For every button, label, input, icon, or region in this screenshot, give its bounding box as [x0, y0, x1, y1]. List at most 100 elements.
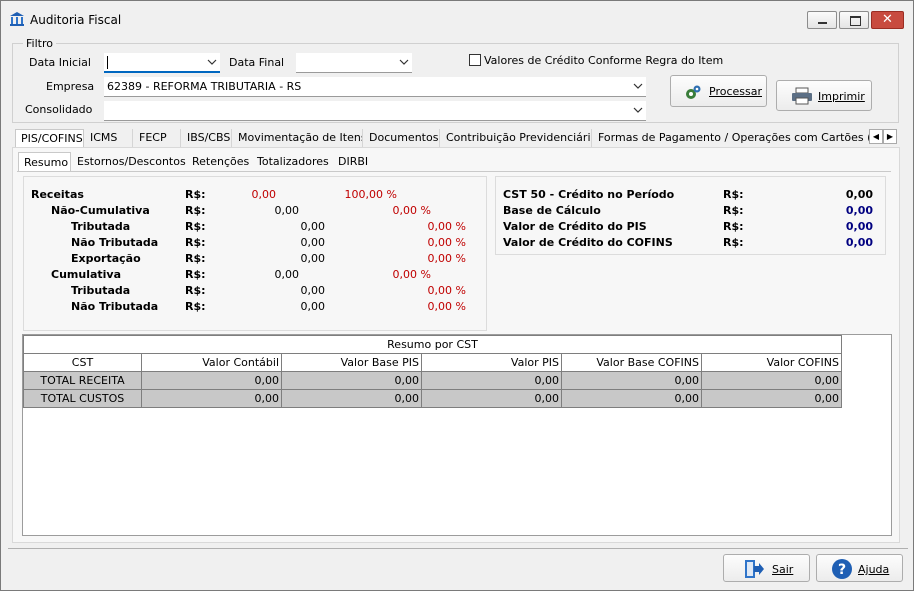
- credit-label: Valor de Crédito do COFINS: [503, 236, 673, 249]
- close-button[interactable]: ✕: [871, 11, 904, 29]
- tab-ibs-cbs[interactable]: IBS/CBS: [182, 129, 232, 147]
- currency-label: R$:: [185, 268, 206, 281]
- title-bar[interactable]: Auditoria Fiscal ✕: [1, 1, 913, 35]
- summary-percent: 0,00 %: [427, 300, 466, 313]
- summary-label: Cumulativa: [51, 268, 122, 281]
- summary-label: Receitas: [31, 188, 84, 201]
- summary-value: 0,00: [300, 252, 326, 265]
- tab-totalizadores[interactable]: Totalizadores: [252, 152, 332, 171]
- summary-label: Tributada: [71, 284, 131, 297]
- summary-value: 0,00: [300, 236, 326, 249]
- column-header[interactable]: Valor PIS: [421, 353, 562, 372]
- table-row[interactable]: TOTAL RECEITA 0,00 0,00 0,00 0,00 0,00: [23, 371, 842, 390]
- text-cursor: [107, 56, 108, 69]
- currency-label: R$:: [723, 236, 744, 249]
- tab-movimentacao-itens[interactable]: Movimentação de Itens: [233, 129, 363, 147]
- sair-button[interactable]: Sair: [723, 554, 810, 582]
- bank-icon: [10, 12, 24, 26]
- column-header[interactable]: Valor Base PIS: [281, 353, 422, 372]
- tab-dirbi[interactable]: DIRBI: [333, 152, 377, 171]
- currency-label: R$:: [723, 220, 744, 233]
- chevron-down-icon[interactable]: [633, 81, 643, 91]
- credit-label: Valor de Crédito do PIS: [503, 220, 647, 233]
- summary-percent: 0,00 %: [427, 284, 466, 297]
- chevron-right-icon[interactable]: ▶: [883, 129, 897, 144]
- summary-label: Tributada: [71, 220, 131, 233]
- summary-value: 0,00: [274, 204, 300, 217]
- app-window: Auditoria Fiscal ✕ Filtro Data Inicial D…: [0, 0, 914, 591]
- tab-documentos[interactable]: Documentos: [364, 129, 440, 147]
- svg-text:?: ?: [838, 562, 846, 578]
- column-header[interactable]: Valor COFINS: [701, 353, 842, 372]
- summary-value: 0,00: [251, 188, 277, 201]
- credit-rule-label[interactable]: Valores de Crédito Conforme Regra do Ite…: [484, 54, 723, 67]
- tab-fecp[interactable]: FECP: [134, 129, 181, 147]
- main-tab-strip: PIS/COFINS ICMS FECP IBS/CBS Movimentaçã…: [15, 129, 885, 147]
- table-cell: 0,00: [421, 371, 562, 390]
- currency-label: R$:: [185, 236, 206, 249]
- column-header[interactable]: CST: [23, 353, 142, 372]
- summary-label: Não Tributada: [71, 300, 159, 313]
- credit-value: 0,00: [845, 220, 873, 233]
- credit-rule-checkbox[interactable]: [469, 54, 481, 66]
- table-cell: 0,00: [141, 389, 282, 408]
- chevron-down-icon[interactable]: [633, 105, 643, 115]
- credit-label: CST 50 - Crédito no Período: [503, 188, 675, 201]
- currency-label: R$:: [185, 300, 206, 313]
- currency-label: R$:: [185, 284, 206, 297]
- tab-contribuicao-previdenciaria[interactable]: Contribuição Previdenciária: [441, 129, 592, 147]
- currency-label: R$:: [185, 188, 206, 201]
- grid-caption: Resumo por CST: [23, 335, 842, 354]
- column-header[interactable]: Valor Contábil: [141, 353, 282, 372]
- tab-estornos-descontos[interactable]: Estornos/Descontos: [72, 152, 186, 171]
- summary-label: Não Tributada: [71, 236, 159, 249]
- minimize-button[interactable]: [807, 11, 837, 29]
- chevron-down-icon[interactable]: [399, 57, 409, 67]
- summary-percent: 0,00 %: [427, 220, 466, 233]
- cst-grid[interactable]: Resumo por CST CST Valor Contábil Valor …: [22, 334, 892, 536]
- tab-formas-pagamento[interactable]: Formas de Pagamento / Operações com Cart…: [593, 129, 869, 147]
- tab-pis-cofins[interactable]: PIS/COFINS: [15, 129, 84, 147]
- column-header[interactable]: Valor Base COFINS: [561, 353, 702, 372]
- window-title: Auditoria Fiscal: [30, 13, 122, 27]
- summary-percent: 0,00 %: [427, 236, 466, 249]
- printer-icon: [792, 87, 812, 105]
- currency-label: R$:: [723, 204, 744, 217]
- table-cell: 0,00: [281, 371, 422, 390]
- table-cell: 0,00: [141, 371, 282, 390]
- summary-value: 0,00: [300, 220, 326, 233]
- table-cell: 0,00: [281, 389, 422, 408]
- summary-value: 0,00: [274, 268, 300, 281]
- consolidado-label: Consolidado: [25, 103, 93, 116]
- tab-resumo[interactable]: Resumo: [18, 152, 71, 171]
- table-row[interactable]: TOTAL CUSTOS 0,00 0,00 0,00 0,00 0,00: [23, 389, 842, 408]
- exit-icon: [745, 560, 764, 578]
- processar-button[interactable]: Processar: [670, 75, 767, 107]
- data-inicial-field[interactable]: [104, 53, 220, 73]
- empresa-select[interactable]: 62389 - REFORMA TRIBUTARIA - RS: [104, 77, 646, 97]
- table-cell: 0,00: [561, 389, 702, 408]
- close-icon: ✕: [882, 12, 893, 27]
- summary-percent: 0,00 %: [392, 204, 431, 217]
- help-icon: ?: [832, 559, 852, 579]
- table-cell: 0,00: [561, 371, 702, 390]
- imprimir-button[interactable]: Imprimir: [776, 80, 872, 111]
- table-cell: 0,00: [421, 389, 562, 408]
- chevron-left-icon[interactable]: ◀: [869, 129, 883, 144]
- table-cell: 0,00: [701, 371, 842, 390]
- empresa-label: Empresa: [46, 80, 95, 93]
- summary-value: 0,00: [300, 300, 326, 313]
- ajuda-button[interactable]: ? Ajuda: [816, 554, 903, 582]
- credit-value: 0,00: [845, 188, 873, 201]
- filter-legend: Filtro: [23, 37, 56, 50]
- tab-icms[interactable]: ICMS: [85, 129, 133, 147]
- chevron-down-icon[interactable]: [207, 57, 217, 67]
- gears-icon: [686, 85, 701, 99]
- maximize-button[interactable]: [839, 11, 869, 29]
- currency-label: R$:: [185, 220, 206, 233]
- table-cell: 0,00: [701, 389, 842, 408]
- data-final-field[interactable]: [296, 53, 412, 73]
- table-cell: TOTAL CUSTOS: [23, 389, 142, 408]
- consolidado-select[interactable]: [104, 101, 646, 121]
- tab-retencoes[interactable]: Retenções: [187, 152, 251, 171]
